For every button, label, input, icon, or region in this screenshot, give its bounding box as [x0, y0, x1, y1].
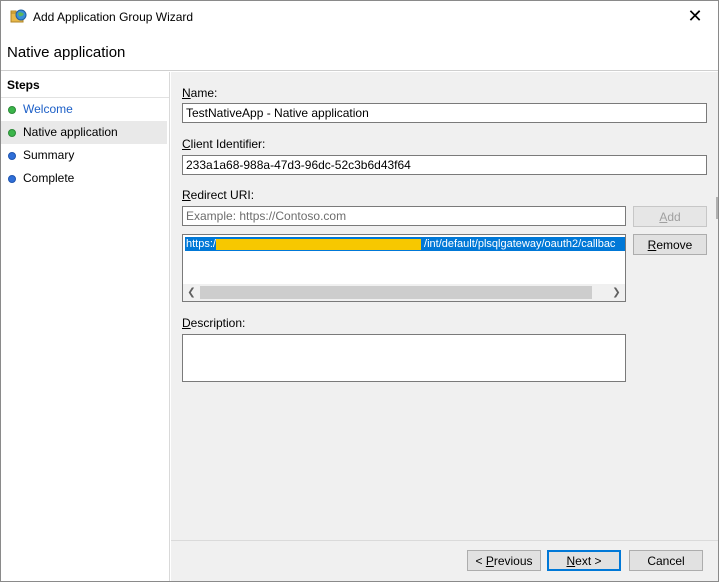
- description-label: Description:: [182, 316, 246, 330]
- completed-status-icon: [8, 106, 16, 114]
- chevron-left-icon[interactable]: ❮: [183, 284, 200, 301]
- description-textarea[interactable]: [182, 334, 626, 382]
- step-summary: Summary: [1, 144, 167, 167]
- list-item[interactable]: https:///int/default/plsqlgateway/oauth2…: [185, 237, 625, 251]
- step-welcome[interactable]: Welcome: [1, 98, 167, 121]
- redaction-mark: [216, 239, 421, 250]
- name-input[interactable]: [182, 103, 707, 123]
- step-label: Welcome: [23, 102, 73, 116]
- step-complete: Complete: [1, 167, 167, 190]
- panel-edge: [716, 197, 718, 219]
- step-label: Complete: [23, 171, 75, 185]
- chevron-right-icon[interactable]: ❯: [608, 284, 625, 301]
- footer-divider: [171, 540, 718, 541]
- scroll-thumb[interactable]: [200, 286, 592, 299]
- step-native-application: Native application: [1, 121, 167, 144]
- client-identifier-input[interactable]: [182, 155, 707, 175]
- completed-status-icon: [8, 129, 16, 137]
- close-icon: ✕: [687, 6, 703, 27]
- step-label: Summary: [23, 148, 75, 162]
- next-button[interactable]: Next >: [547, 550, 621, 571]
- remove-button[interactable]: Remove: [633, 234, 707, 255]
- previous-button[interactable]: < Previous: [467, 550, 541, 571]
- pending-status-icon: [8, 175, 16, 183]
- name-label: Name:: [182, 86, 218, 100]
- content-area: Name: Client Identifier: Redirect URI: A…: [171, 72, 718, 581]
- wizard-window: Add Application Group Wizard ✕ Native ap…: [0, 0, 719, 582]
- folder-globe-icon: [10, 8, 27, 25]
- step-label: Native application: [23, 125, 118, 139]
- title-bar: Add Application Group Wizard ✕: [1, 1, 718, 33]
- client-id-label: Client Identifier:: [182, 137, 266, 151]
- cancel-button[interactable]: Cancel: [629, 550, 703, 571]
- steps-panel: Steps Welcome Native application Summary…: [1, 72, 170, 581]
- add-button[interactable]: Add: [633, 206, 707, 227]
- horizontal-scrollbar[interactable]: ❮ ❯: [183, 284, 625, 301]
- close-button[interactable]: ✕: [672, 1, 718, 32]
- redirect-uri-label: Redirect URI:: [182, 188, 255, 202]
- wizard-header: Native application: [1, 33, 718, 71]
- pending-status-icon: [8, 152, 16, 160]
- redirect-uri-input[interactable]: [182, 206, 626, 226]
- steps-title: Steps: [1, 72, 169, 98]
- window-title: Add Application Group Wizard: [33, 10, 194, 24]
- page-title: Native application: [7, 44, 126, 61]
- redirect-uri-list[interactable]: https:///int/default/plsqlgateway/oauth2…: [182, 234, 626, 302]
